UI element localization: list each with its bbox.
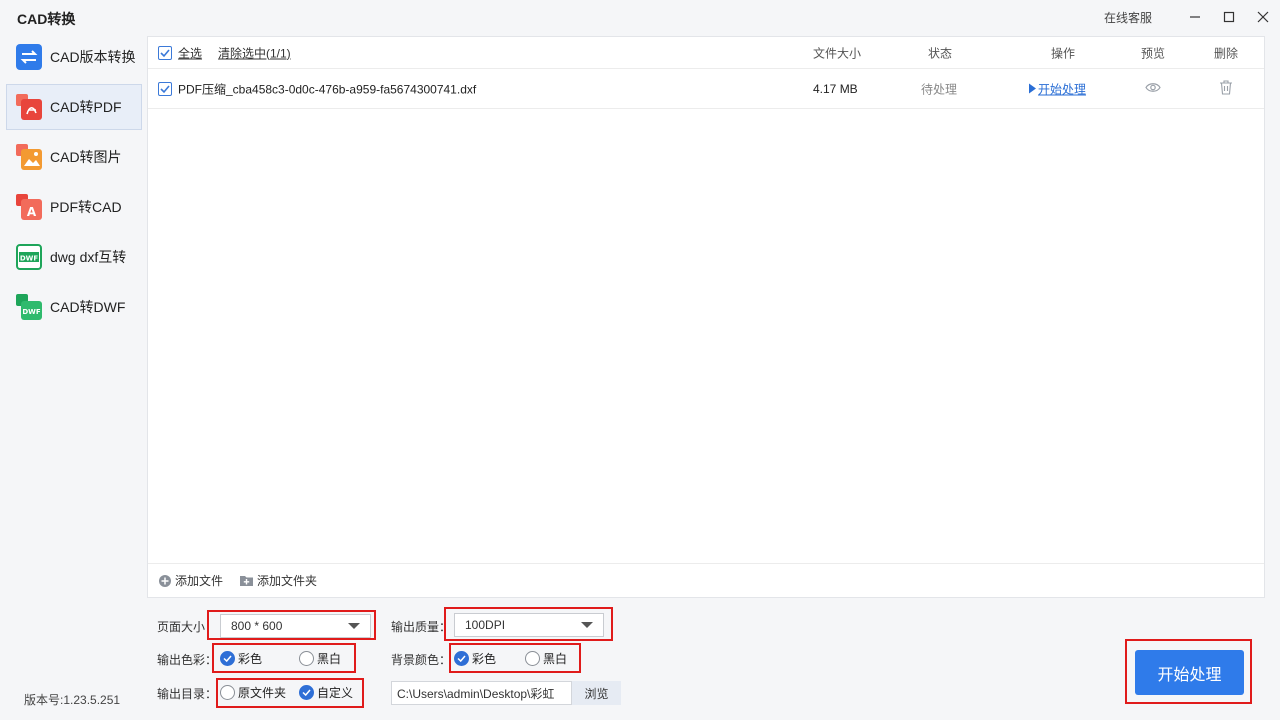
sidebar-item-label: CAD转DWF <box>50 299 126 315</box>
output-dir-custom-radio[interactable]: 自定义 <box>299 684 353 701</box>
add-folder-label: 添加文件夹 <box>257 574 318 588</box>
title-bar: CAD转换 在线客服 <box>0 0 1280 34</box>
radio-label: 彩色 <box>472 652 497 666</box>
file-list-header: 全选 清除选中(1/1) 文件大小 状态 操作 预览 删除 <box>148 37 1264 69</box>
start-process-label: 开始处理 <box>1038 82 1087 96</box>
radio-label: 彩色 <box>238 652 263 666</box>
close-icon <box>1257 11 1269 23</box>
quality-label: 输出质量： <box>391 620 452 634</box>
output-color-label: 输出色彩： <box>157 653 218 667</box>
cad-to-dwf-icon: DWF <box>16 294 42 320</box>
sidebar-item-cad-version[interactable]: CAD版本转换 <box>6 34 142 80</box>
maximize-button[interactable] <box>1212 0 1246 34</box>
delete-button[interactable] <box>1219 79 1233 98</box>
trash-icon <box>1220 79 1232 95</box>
sidebar-item-label: PDF转CAD <box>50 199 122 215</box>
table-row: PDF压缩_cba458c3-0d0c-476b-a959-fa56743007… <box>148 69 1264 109</box>
page-size-select[interactable]: 800 * 600 <box>220 614 371 638</box>
pdf-to-cad-icon: A <box>16 194 42 220</box>
file-name: PDF压缩_cba458c3-0d0c-476b-a959-fa56743007… <box>178 82 477 96</box>
output-color-bw-radio[interactable]: 黑白 <box>299 650 341 667</box>
dwg-dxf-icon: DWF <box>16 244 42 270</box>
sidebar-item-label: CAD版本转换 <box>50 49 136 65</box>
radio-unchecked-icon <box>299 651 315 666</box>
add-folder-button[interactable]: 添加文件夹 <box>239 572 317 589</box>
minimize-icon <box>1190 16 1200 18</box>
svg-text:DWF: DWF <box>20 255 39 263</box>
radio-label: 黑白 <box>543 652 568 666</box>
output-color-radio-group: 彩色 黑白 <box>220 650 341 667</box>
column-header-status: 状态 <box>928 46 953 60</box>
sidebar-item-cad-to-pdf[interactable]: CAD转PDF <box>6 84 142 130</box>
add-folder-icon <box>239 574 254 587</box>
start-process-link[interactable]: 开始处理 <box>1028 80 1086 97</box>
close-button[interactable] <box>1246 0 1280 34</box>
online-service-link[interactable]: 在线客服 <box>1104 9 1152 26</box>
output-path-field[interactable]: C:\Users\admin\Desktop\彩虹 <box>391 681 572 705</box>
output-color-color-radio[interactable]: 彩色 <box>220 650 262 667</box>
browse-button[interactable]: 浏览 <box>572 681 621 705</box>
radio-label: 原文件夹 <box>238 686 287 700</box>
radio-label: 黑白 <box>317 652 342 666</box>
sidebar-item-label: CAD转图片 <box>50 149 122 165</box>
column-header-size: 文件大小 <box>813 46 862 60</box>
output-dir-label: 输出目录： <box>157 687 218 701</box>
quality-value: 100DPI <box>465 618 506 632</box>
sidebar-item-cad-to-dwf[interactable]: DWF CAD转DWF <box>6 284 142 330</box>
background-color-radio-group: 彩色 黑白 <box>454 650 567 667</box>
add-circle-icon <box>158 574 172 588</box>
maximize-icon <box>1223 11 1235 23</box>
radio-checked-icon <box>454 651 469 666</box>
column-header-delete: 删除 <box>1214 46 1239 60</box>
sidebar: CAD版本转换 CAD转PDF CAD转图片 A PDF转CAD DWF dwg… <box>6 34 142 334</box>
radio-checked-icon <box>220 651 235 666</box>
play-icon <box>1029 83 1036 94</box>
file-list-panel: 全选 清除选中(1/1) 文件大小 状态 操作 预览 删除 PDF压缩_cba4… <box>147 36 1265 598</box>
background-color-bw-radio[interactable]: 黑白 <box>525 650 567 667</box>
svg-text:DWF: DWF <box>22 308 41 316</box>
background-color-color-radio[interactable]: 彩色 <box>454 650 496 667</box>
check-icon <box>160 84 170 93</box>
background-color-label: 背景颜色： <box>391 653 452 667</box>
output-dir-radio-group: 原文件夹 自定义 <box>220 684 353 701</box>
radio-label: 自定义 <box>317 686 354 700</box>
column-header-preview: 预览 <box>1141 46 1166 60</box>
eye-icon <box>1145 82 1161 92</box>
sidebar-item-pdf-to-cad[interactable]: A PDF转CAD <box>6 184 142 230</box>
radio-checked-icon <box>299 685 315 700</box>
column-header-action: 操作 <box>1051 46 1076 60</box>
check-icon <box>160 48 170 57</box>
quality-select[interactable]: 100DPI <box>454 613 604 637</box>
add-file-button[interactable]: 添加文件 <box>158 572 223 589</box>
add-file-label: 添加文件 <box>175 574 224 588</box>
radio-unchecked-icon <box>525 651 541 666</box>
page-size-value: 800 * 600 <box>231 619 283 633</box>
file-status: 待处理 <box>921 82 958 96</box>
sidebar-item-label: CAD转PDF <box>50 99 122 115</box>
select-all-link[interactable]: 全选 <box>178 44 202 61</box>
svg-text:A: A <box>27 205 37 219</box>
chevron-down-icon <box>581 622 593 628</box>
cad-to-image-icon <box>16 144 42 170</box>
preview-button[interactable] <box>1145 81 1161 96</box>
start-processing-button[interactable]: 开始处理 <box>1135 650 1244 695</box>
select-all-checkbox[interactable] <box>158 45 172 60</box>
chevron-down-icon <box>348 623 360 629</box>
app-title: CAD转换 <box>17 11 76 27</box>
sidebar-item-cad-to-image[interactable]: CAD转图片 <box>6 134 142 180</box>
output-dir-original-radio[interactable]: 原文件夹 <box>220 684 286 701</box>
row-checkbox[interactable] <box>158 81 172 96</box>
minimize-button[interactable] <box>1178 0 1212 34</box>
radio-unchecked-icon <box>220 685 235 700</box>
cad-to-pdf-icon <box>16 94 42 120</box>
file-list-footer: 添加文件 添加文件夹 <box>148 563 1264 597</box>
version-label: 版本号:1.23.5.251 <box>24 693 121 707</box>
title-bar-controls: 在线客服 <box>1104 0 1280 34</box>
clear-selected-link[interactable]: 清除选中(1/1) <box>218 44 291 61</box>
cad-version-convert-icon <box>16 44 42 70</box>
file-size: 4.17 MB <box>813 81 858 96</box>
sidebar-item-label: dwg dxf互转 <box>50 249 127 265</box>
sidebar-item-dwg-dxf[interactable]: DWF dwg dxf互转 <box>6 234 142 280</box>
